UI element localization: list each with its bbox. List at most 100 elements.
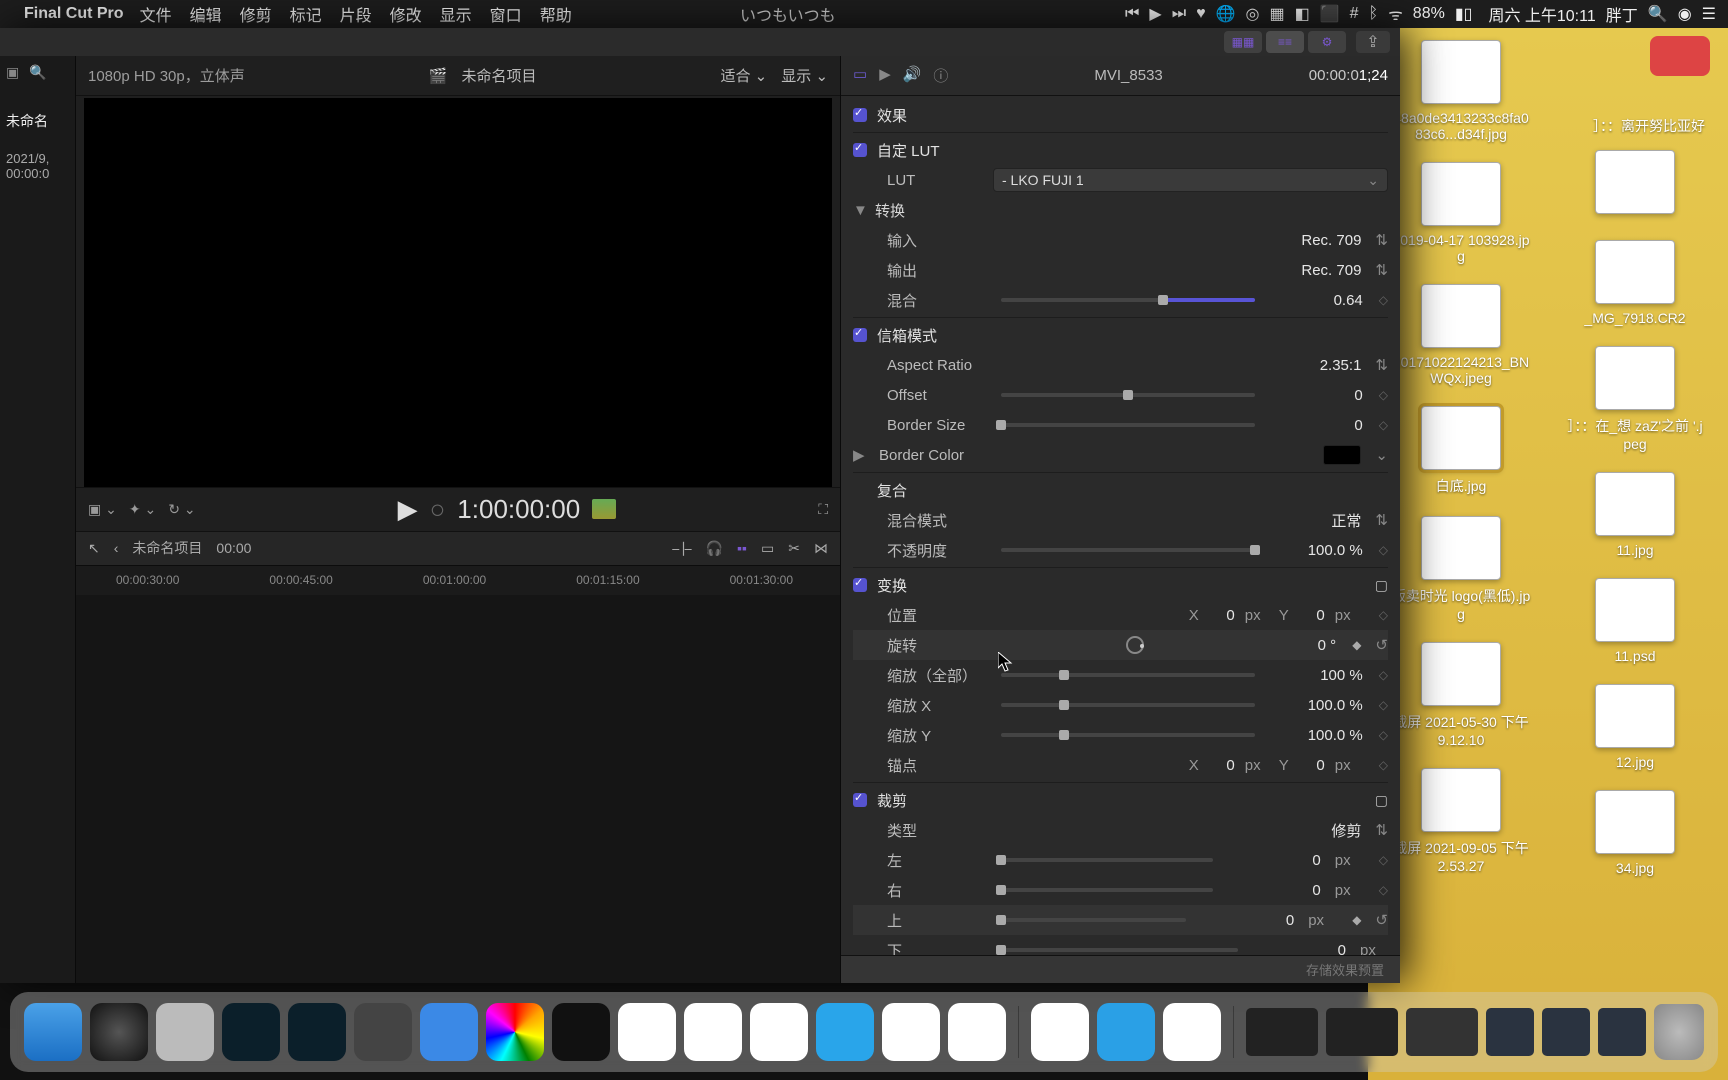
popup-caret-icon[interactable]: ⇅: [1375, 261, 1388, 279]
desktop-file[interactable]: 2019-04-17 103928.jpg: [1391, 162, 1531, 264]
playhead-timecode[interactable]: 1:00:00:00: [457, 494, 580, 525]
blend-mode-value[interactable]: 正常: [1271, 510, 1361, 531]
keyframe-icon[interactable]: ◇: [1379, 293, 1388, 307]
workspace-timeline-icon[interactable]: ≡≡: [1266, 31, 1304, 53]
globe-icon[interactable]: 🌐: [1216, 4, 1236, 24]
crop-left-slider[interactable]: [1001, 858, 1213, 862]
desktop-file[interactable]: 20171022124213_BNWQx.jpeg: [1391, 284, 1531, 386]
onscreen-transform-icon[interactable]: ▢: [1375, 577, 1388, 594]
play-icon[interactable]: ▶: [1149, 4, 1161, 24]
control-center-icon[interactable]: ☰: [1702, 4, 1716, 24]
tray-icon-1[interactable]: ▦: [1270, 4, 1285, 24]
dock-safari-icon[interactable]: [420, 1003, 478, 1061]
clock[interactable]: 周六 上午10:11: [1488, 2, 1595, 26]
dock-app-icon[interactable]: [948, 1003, 1006, 1061]
aspect-value[interactable]: 2.35:1: [1271, 357, 1361, 374]
keyframe-icon[interactable]: ◇: [1379, 418, 1388, 432]
menu-file[interactable]: 文件: [140, 2, 172, 26]
transform-checkbox[interactable]: [853, 578, 867, 592]
spotlight-icon[interactable]: 🔍: [1648, 4, 1668, 24]
snapping-icon[interactable]: ▭: [761, 540, 774, 557]
inspector-tab-generator-icon[interactable]: ▶: [879, 65, 891, 86]
cc-icon[interactable]: ◎: [1246, 4, 1260, 24]
file-thumb[interactable]: [1595, 240, 1675, 304]
file-thumb[interactable]: [1595, 150, 1675, 214]
save-preset-button[interactable]: 存储效果预置: [841, 955, 1400, 983]
crop-bottom-slider[interactable]: [1001, 948, 1238, 952]
keyframe-icon[interactable]: ◇: [1379, 543, 1388, 557]
effects-checkbox[interactable]: [853, 108, 867, 122]
menu-clip[interactable]: 片段: [340, 2, 372, 26]
position-x[interactable]: 0: [1205, 607, 1235, 624]
dock-siri-icon[interactable]: [90, 1003, 148, 1061]
clapper-icon[interactable]: 🎬: [429, 67, 448, 85]
lut-transform-row[interactable]: ▼ 转换: [853, 195, 1388, 225]
rotation-dial[interactable]: [1126, 636, 1144, 654]
keyframe-icon[interactable]: ◇: [1379, 728, 1388, 742]
file-thumb[interactable]: [1595, 346, 1675, 410]
file-thumb[interactable]: [1421, 642, 1501, 706]
siri-icon[interactable]: ◉: [1678, 4, 1692, 24]
heart-icon[interactable]: ♥: [1196, 5, 1206, 23]
effects-dropdown[interactable]: ✦ ⌄: [129, 501, 156, 518]
timeline-canvas[interactable]: [76, 595, 840, 984]
timeline-tools-icon[interactable]: ↖: [88, 540, 100, 557]
opacity-slider[interactable]: [1001, 548, 1255, 552]
dock-minimized-window[interactable]: [1406, 1008, 1478, 1056]
desktop-file[interactable]: _MG_7918.CR2: [1565, 240, 1705, 326]
dock-finder-icon[interactable]: [24, 1003, 82, 1061]
skimming-icon[interactable]: ⎯⎟⎯: [672, 540, 691, 557]
dock-qqmusic-icon[interactable]: [1163, 1003, 1221, 1061]
offset-slider[interactable]: [1001, 393, 1255, 397]
keyframe-icon[interactable]: ◇: [1379, 758, 1388, 772]
timeline-ruler[interactable]: 00:00:30:00 00:00:45:00 00:01:00:00 00:0…: [76, 565, 840, 595]
file-thumb[interactable]: [1595, 578, 1675, 642]
disclosure-triangle-icon[interactable]: ▼: [853, 202, 865, 219]
dock-dingtalk-icon[interactable]: [684, 1003, 742, 1061]
dock-app2-icon[interactable]: [1031, 1003, 1089, 1061]
desktop-file[interactable]: 11.psd: [1565, 578, 1705, 664]
desktop-file[interactable]: 48a0de3413233c8fa083c6...d34f.jpg: [1391, 40, 1531, 142]
file-thumb[interactable]: [1421, 406, 1501, 470]
play-button[interactable]: ▶: [398, 494, 418, 525]
desktop-file[interactable]: 截屏 2021-05-30 下午9.12.10: [1391, 642, 1531, 748]
dock-lightroom-icon[interactable]: [222, 1003, 280, 1061]
file-thumb[interactable]: [1421, 516, 1501, 580]
battery-percent[interactable]: 88%: [1413, 5, 1445, 23]
keyframe-icon[interactable]: ◇: [1379, 698, 1388, 712]
dock-minimized-window[interactable]: [1326, 1008, 1398, 1056]
workspace-inspector-icon[interactable]: ⚙: [1308, 31, 1346, 53]
reset-icon[interactable]: ↺: [1375, 911, 1388, 929]
crop-type-value[interactable]: 修剪: [1271, 820, 1361, 841]
input-value[interactable]: Rec. 709: [1271, 232, 1361, 249]
file-thumb[interactable]: [1421, 768, 1501, 832]
keyframe-icon[interactable]: ◇: [1379, 388, 1388, 402]
dock-photoshop-icon[interactable]: [288, 1003, 346, 1061]
scale-all-slider[interactable]: [1001, 673, 1255, 677]
file-thumb[interactable]: [1595, 790, 1675, 854]
keyframe-icon[interactable]: ◇: [1379, 668, 1388, 682]
keyframe-icon[interactable]: ◇: [1379, 883, 1388, 897]
menu-help[interactable]: 帮助: [540, 2, 572, 26]
wifi-icon[interactable]: ᯤ: [1388, 3, 1403, 25]
desktop-file[interactable]: ］：：在_想 zaZ'之前 '.jpeg: [1565, 346, 1705, 452]
transform-section[interactable]: 变换 ▢: [853, 570, 1388, 600]
menu-modify[interactable]: 修改: [390, 2, 422, 26]
menu-mark[interactable]: 标记: [290, 2, 322, 26]
disk-icon[interactable]: [1650, 36, 1710, 76]
tray-icon-3[interactable]: ⬛: [1320, 4, 1340, 24]
file-thumb[interactable]: [1421, 40, 1501, 104]
dock-color-icon[interactable]: [486, 1003, 544, 1061]
letterbox-section[interactable]: 信箱模式: [853, 320, 1388, 350]
desktop-file[interactable]: 34.jpg: [1565, 790, 1705, 876]
popup-caret-icon[interactable]: ⇅: [1375, 821, 1388, 839]
inspector-tab-info-icon[interactable]: ⓘ: [933, 65, 948, 86]
workspace-segmented[interactable]: ▦▦ ≡≡ ⚙: [1224, 31, 1346, 53]
fullscreen-icon[interactable]: ⛶: [818, 501, 828, 518]
share-button[interactable]: ⇪: [1356, 31, 1390, 53]
video-viewer[interactable]: [84, 98, 832, 487]
library-sidebar-icon[interactable]: ▣: [6, 64, 19, 81]
anchor-y[interactable]: 0: [1295, 757, 1325, 774]
view-dropdown[interactable]: 显示 ⌄: [781, 65, 828, 86]
dock-finalcutpro-icon[interactable]: [354, 1003, 412, 1061]
